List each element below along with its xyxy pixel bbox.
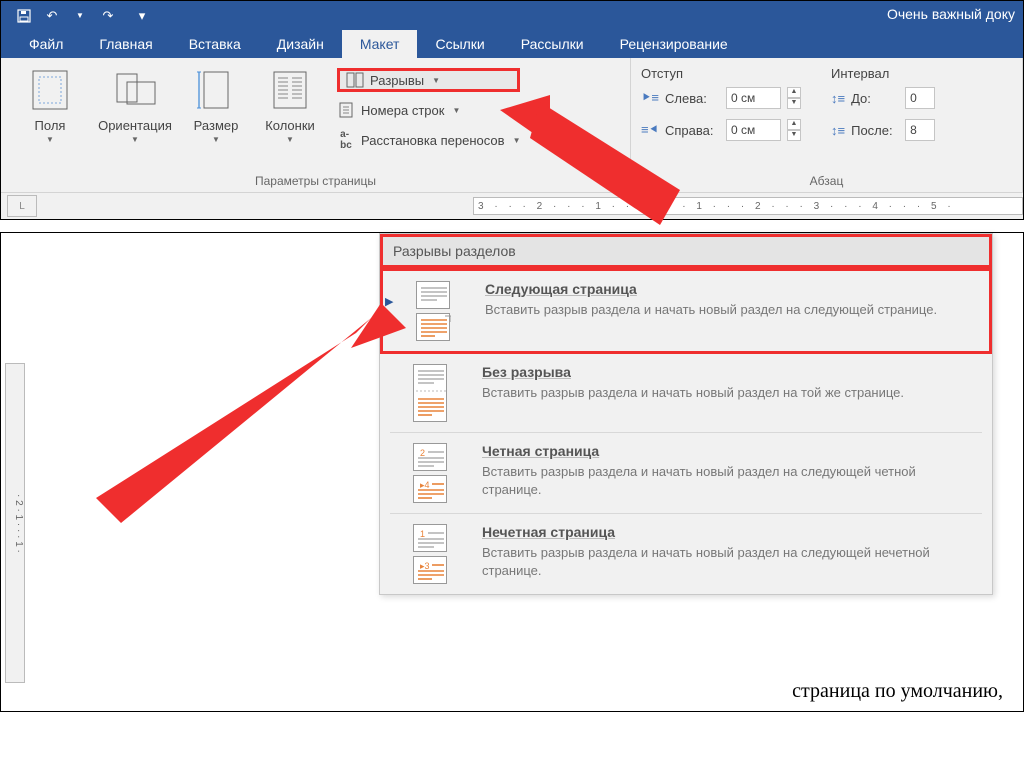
ribbon: Поля ▼ Ориентация ▼ Размер [1,58,1023,193]
size-icon [194,68,238,112]
undo-dropdown-icon[interactable]: ▼ [69,5,91,27]
tab-mailings[interactable]: Рассылки [503,30,602,58]
spinner-buttons[interactable]: ▲▼ [787,119,801,141]
size-button[interactable]: Размер ▼ [181,64,251,170]
paragraph-group-label: Абзац [641,170,1012,192]
indent-right-field[interactable]: ≡⯇ Справа: 0 см ▲▼ [641,119,801,141]
hyphenation-icon: a-bc [337,131,355,149]
tab-review[interactable]: Рецензирование [602,30,746,58]
continuous-break-item[interactable]: Без разрыва Вставить разрыв раздела и на… [380,354,992,432]
next-page-icon [397,281,469,341]
orientation-button[interactable]: Ориентация ▼ [89,64,181,170]
continuous-icon [394,364,466,422]
breaks-dropdown: Разрывы разделов ▶ Следующая страница Вс… [379,233,993,595]
chevron-down-icon: ▼ [513,136,521,145]
document-body-text: страница по умолчанию, [792,680,1003,703]
tab-selector[interactable]: L [7,195,37,217]
annotation-arrow [81,273,421,553]
breaks-button[interactable]: Разрывы ▼ [337,68,520,92]
spinner-buttons[interactable]: ▲▼ [787,87,801,109]
margins-button[interactable]: Поля ▼ [11,64,89,170]
tab-file[interactable]: Файл [11,30,81,58]
indent-header: Отступ [641,66,801,81]
ribbon-tabs: Файл Главная Вставка Дизайн Макет Ссылки… [1,30,1023,58]
even-page-break-item[interactable]: 2 ▸4 Четная страница Вставить разрыв раз… [380,433,992,513]
chevron-down-icon: ▼ [432,76,440,85]
svg-text:▸4: ▸4 [420,480,430,490]
tab-insert[interactable]: Вставка [171,30,259,58]
tab-layout[interactable]: Макет [342,30,418,58]
spacing-header: Интервал [831,66,935,81]
vertical-ruler[interactable]: · 2 · 1 · · · 1 · [5,363,25,683]
odd-page-break-item[interactable]: 1 ▸3 Нечетная страница Вставить разрыв р… [380,514,992,594]
section-breaks-header: Разрывы разделов [380,234,992,268]
horizontal-ruler[interactable]: 3 · · · 2 · · · 1 · · · · · · 1 · · · 2 … [473,197,1023,215]
ruler-row: L 3 · · · 2 · · · 1 · · · · · · 1 · · · … [1,193,1023,219]
tab-references[interactable]: Ссылки [417,30,502,58]
spacing-after-icon: ↕≡ [831,123,845,138]
even-page-icon: 2 ▸4 [394,443,466,503]
columns-button[interactable]: Колонки ▼ [251,64,329,170]
qat-customize-icon[interactable]: ▾ [131,5,153,27]
save-icon[interactable] [13,5,35,27]
tab-design[interactable]: Дизайн [259,30,342,58]
spacing-after-field[interactable]: ↕≡ После: 8 [831,119,935,141]
svg-text:2: 2 [420,448,425,458]
document-title: Очень важный доку [887,6,1015,22]
odd-page-icon: 1 ▸3 [394,524,466,584]
margins-icon [28,68,72,112]
indent-left-field[interactable]: ⯈≡ Слева: 0 см ▲▼ [641,87,801,109]
svg-text:1: 1 [420,529,425,539]
chevron-down-icon: ▼ [131,135,139,144]
spacing-before-field[interactable]: ↕≡ До: 0 [831,87,935,109]
indent-right-icon: ≡⯇ [641,122,659,138]
chevron-down-icon: ▼ [452,106,460,115]
tab-home[interactable]: Главная [81,30,170,58]
svg-text:▸3: ▸3 [420,561,430,571]
breaks-icon [346,71,364,89]
selection-indicator-icon: ▶ [385,295,393,308]
chevron-down-icon: ▼ [286,135,294,144]
undo-icon[interactable]: ↶ [41,5,63,27]
redo-icon[interactable]: ↷ [97,5,119,27]
next-page-break-item[interactable]: ▶ Следующая страница Вставить разрыв раз… [380,268,992,354]
columns-icon [268,68,312,112]
hyphenation-button[interactable]: a-bc Расстановка переносов ▼ [337,128,520,152]
chevron-down-icon: ▼ [46,135,54,144]
line-numbers-button[interactable]: Номера строк ▼ [337,98,520,122]
line-numbers-icon [337,101,355,119]
spacing-before-icon: ↕≡ [831,91,845,106]
chevron-down-icon: ▼ [212,135,220,144]
page-setup-group-label: Параметры страницы [11,170,620,192]
indent-left-icon: ⯈≡ [641,90,659,106]
title-bar: ↶ ▼ ↷ ▾ Очень важный доку [1,1,1023,30]
orientation-icon [113,68,157,112]
